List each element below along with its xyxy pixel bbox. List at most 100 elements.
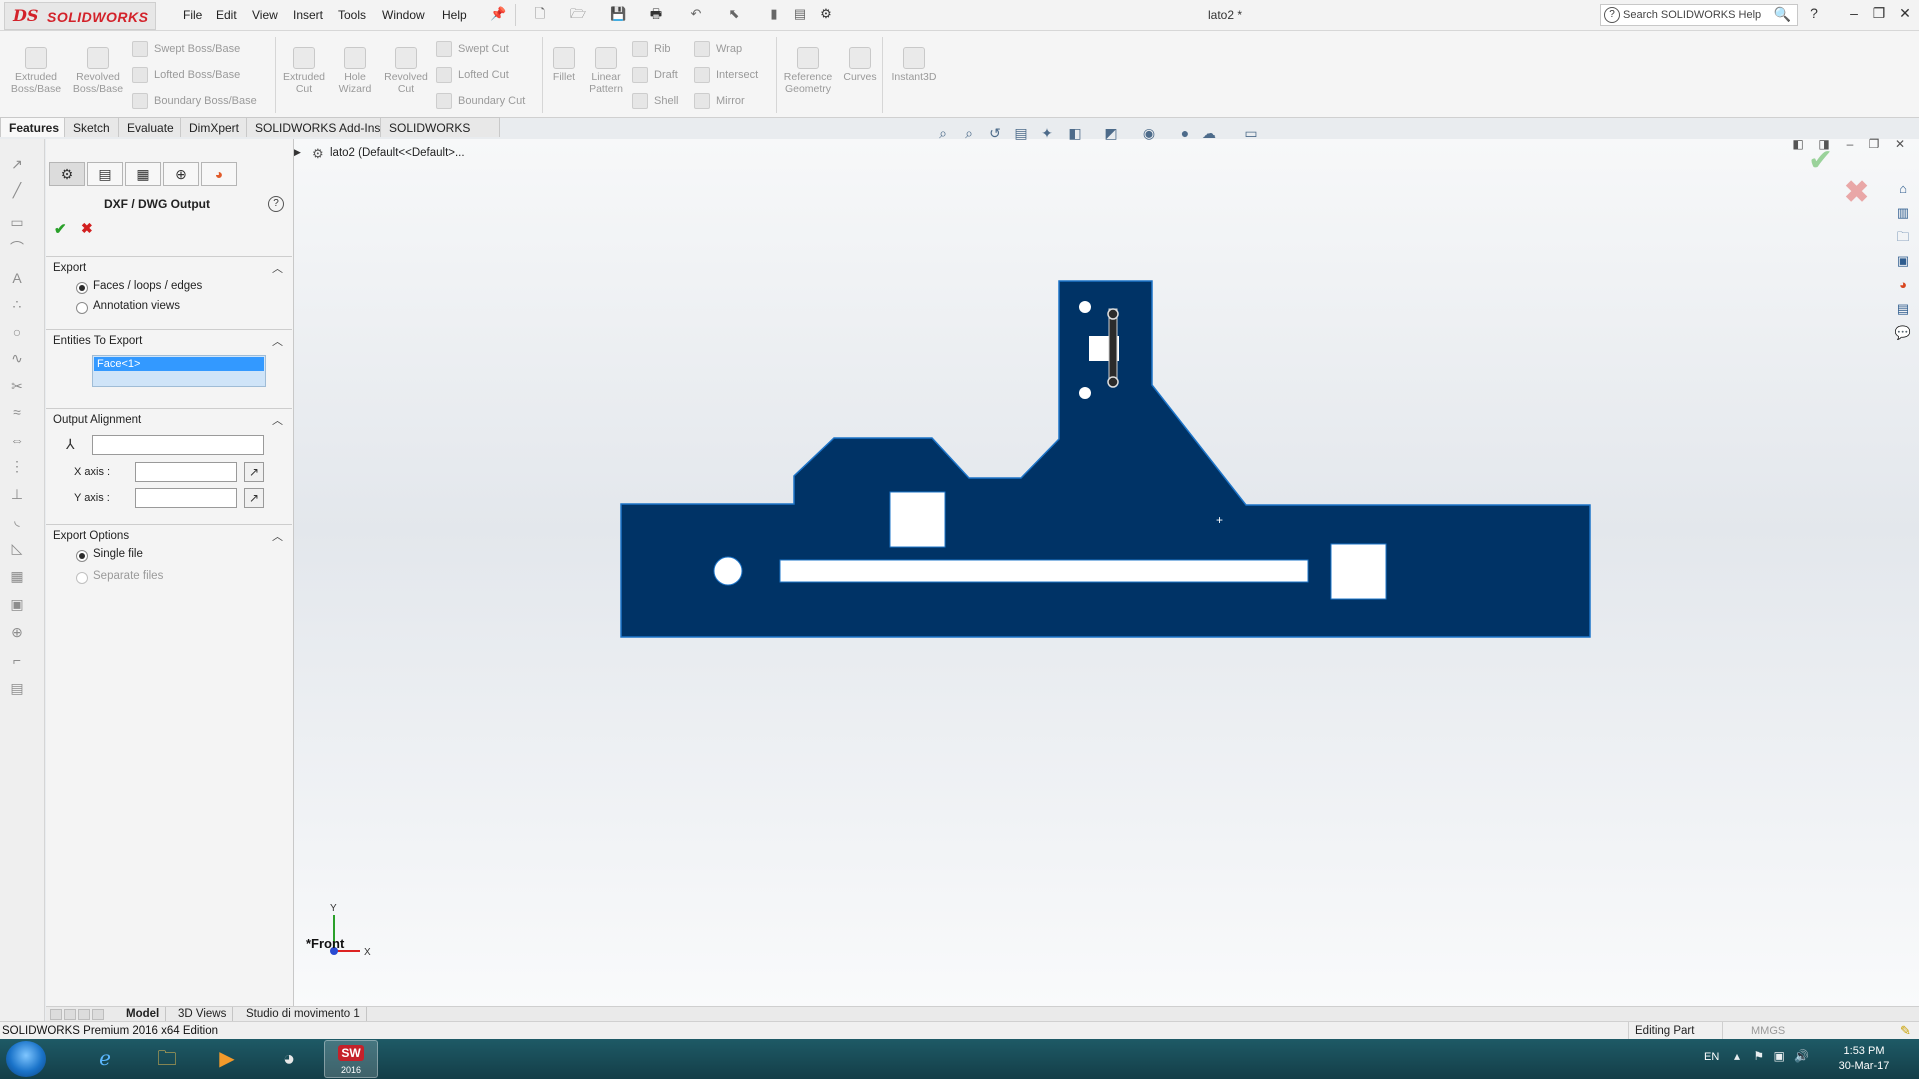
menu-help[interactable]: Help [442, 8, 467, 22]
circle-tool-icon[interactable]: ○ [8, 323, 26, 341]
mirror-entities-icon[interactable]: ⇔ [8, 431, 26, 449]
rib-button[interactable]: Rib [632, 41, 671, 58]
radio-single-file[interactable] [76, 550, 88, 562]
chamfer-sketch-icon[interactable]: ◺ [8, 539, 26, 557]
restore-icon[interactable]: ❐ [1869, 5, 1889, 22]
slot-end-bottom[interactable] [1107, 376, 1119, 388]
extruded-cut-button[interactable]: Extruded Cut [278, 47, 330, 95]
menu-window[interactable]: Window [382, 8, 425, 22]
start-button[interactable] [6, 1041, 46, 1077]
collapse-chevron-icon[interactable]: ︿ [272, 412, 283, 428]
table-tool-icon[interactable]: ▤ [8, 679, 26, 697]
tab-sketch[interactable]: Sketch [64, 117, 119, 137]
first-tab-button[interactable] [50, 1009, 62, 1020]
print-icon[interactable]: 🖶 [648, 6, 664, 22]
lofted-cut-button[interactable]: Lofted Cut [436, 67, 509, 84]
block-tool-icon[interactable]: ▣ [8, 595, 26, 613]
next-tab-button[interactable] [78, 1009, 90, 1020]
last-tab-button[interactable] [92, 1009, 104, 1020]
pin-icon[interactable]: 📌 [490, 6, 506, 22]
x-axis-field[interactable] [135, 462, 237, 482]
custom-properties-icon[interactable]: ▤ [1894, 300, 1912, 318]
radio-separate-files[interactable] [76, 572, 88, 584]
appearances-icon[interactable]: ◕ [1894, 276, 1912, 294]
network-icon[interactable]: ▣ [1773, 1049, 1784, 1063]
swept-boss-button[interactable]: Swept Boss/Base [132, 41, 240, 58]
boundary-boss-button[interactable]: Boundary Boss/Base [132, 93, 257, 110]
y-axis-direction-button[interactable]: ↗ [244, 488, 264, 508]
tab-dimxpert[interactable]: DimXpert [180, 117, 249, 137]
dimxpertmanager-tab[interactable]: ⊕ [163, 162, 199, 186]
save-icon[interactable]: 💾 [610, 6, 626, 22]
view-palette-icon[interactable]: ▣ [1894, 252, 1912, 270]
draft-button[interactable]: Draft [632, 67, 678, 84]
tab-3d-views[interactable]: 3D Views [172, 1007, 234, 1022]
vertical-slot[interactable] [1108, 308, 1118, 385]
construction-geometry-icon[interactable]: ⌐ [8, 651, 26, 669]
linear-pattern-button[interactable]: Linear Pattern [584, 47, 628, 95]
undo-icon[interactable]: ↶ [688, 6, 704, 22]
arc-tool-icon[interactable]: ⌒ [8, 239, 26, 257]
forum-icon[interactable]: 💬 [1894, 324, 1912, 342]
minimize-icon[interactable]: – [1844, 5, 1864, 21]
select-arrow-icon[interactable]: ⬉ [726, 6, 742, 22]
show-hidden-icons-icon[interactable]: ▴ [1734, 1049, 1740, 1063]
fillet-sketch-icon[interactable]: ◟ [8, 511, 26, 529]
ok-check-icon[interactable]: ✔ [54, 220, 67, 238]
part-face[interactable] [620, 280, 1591, 638]
move-entities-icon[interactable]: ⊕ [8, 623, 26, 641]
mirror-button[interactable]: Mirror [694, 93, 745, 110]
round-hole-left[interactable] [713, 556, 743, 586]
search-help-box[interactable]: ? Search SOLIDWORKS Help 🔍 [1600, 4, 1798, 26]
rebuild-icon[interactable]: ▮ [766, 6, 782, 22]
media-player-icon[interactable]: ▶ [200, 1040, 254, 1078]
small-hole-top[interactable] [1079, 301, 1091, 313]
prev-tab-button[interactable] [64, 1009, 76, 1020]
help-menu-icon[interactable]: ? [1804, 5, 1824, 21]
configurationmanager-tab[interactable]: ▦ [125, 162, 161, 186]
solidworks-taskbar-app[interactable]: SW 2016 [324, 1040, 378, 1078]
menu-tools[interactable]: Tools [338, 8, 366, 22]
entities-selection-box[interactable]: Face<1> [92, 355, 266, 387]
part-viewport[interactable]: + Y X [294, 139, 1919, 1006]
taskbar-clock[interactable]: 1:53 PM 30-Mar-17 [1832, 1044, 1896, 1074]
tab-mbd[interactable]: SOLIDWORKS MBD [380, 117, 500, 155]
tab-features[interactable]: Features [0, 117, 69, 137]
wrap-button[interactable]: Wrap [694, 41, 742, 58]
menu-edit[interactable]: Edit [216, 8, 237, 22]
solidworks-logo[interactable]: DS SOLIDWORKS [4, 2, 156, 30]
open-folder-icon[interactable]: 🗁 [570, 6, 586, 22]
options-gear-icon[interactable]: ⚙ [818, 6, 834, 22]
export-group-header[interactable]: Export ︿ [46, 256, 292, 277]
radio-annotation-views[interactable] [76, 302, 88, 314]
featuremanager-tab[interactable]: ⚙ [49, 162, 85, 186]
tab-evaluate[interactable]: Evaluate [118, 117, 183, 137]
displaymanager-tab[interactable]: ◕ [201, 162, 237, 186]
file-explorer-taskbar-icon[interactable]: 🗀 [140, 1040, 194, 1078]
slot-end-top[interactable] [1107, 308, 1119, 320]
revolved-boss-button[interactable]: Revolved Boss/Base [70, 47, 126, 95]
rectangle-tool-icon[interactable]: ▭ [8, 213, 26, 231]
tab-addins[interactable]: SOLIDWORKS Add-Ins [246, 117, 390, 137]
internet-explorer-icon[interactable]: ℯ [78, 1040, 132, 1078]
graphics-area[interactable]: ▶ ⚙ lato2 (Default<<Default>... ⌕ ⌕ ↺ ▤ … [294, 125, 1919, 1006]
solidworks-resources-icon[interactable]: ⌂ [1894, 180, 1912, 198]
search-icon[interactable]: 🔍 [1774, 6, 1791, 23]
point-tool-icon[interactable]: ∴ [8, 295, 26, 313]
trim-tool-icon[interactable]: ✂ [8, 377, 26, 395]
reference-geometry-button[interactable]: Reference Geometry [780, 47, 836, 95]
swept-cut-button[interactable]: Swept Cut [436, 41, 509, 58]
cancel-x-icon[interactable]: ✖ [81, 220, 93, 237]
export-options-group-header[interactable]: Export Options ︿ [46, 524, 292, 545]
action-center-flag-icon[interactable]: ⚑ [1753, 1049, 1764, 1063]
language-indicator[interactable]: EN [1704, 1051, 1719, 1063]
volume-icon[interactable]: 🔊 [1794, 1049, 1809, 1063]
collapse-chevron-icon[interactable]: ︿ [272, 528, 283, 544]
spline-tool-icon[interactable]: ∿ [8, 349, 26, 367]
unit-system-selector[interactable]: MMGS [1722, 1022, 1822, 1040]
smart-dimension-icon[interactable]: ↗ [8, 155, 26, 173]
pm-help-icon[interactable]: ? [268, 196, 284, 212]
tab-motion-study[interactable]: Studio di movimento 1 [240, 1007, 367, 1022]
square-cutout-left[interactable] [889, 491, 946, 548]
design-library-icon[interactable]: ▥ [1894, 204, 1912, 222]
